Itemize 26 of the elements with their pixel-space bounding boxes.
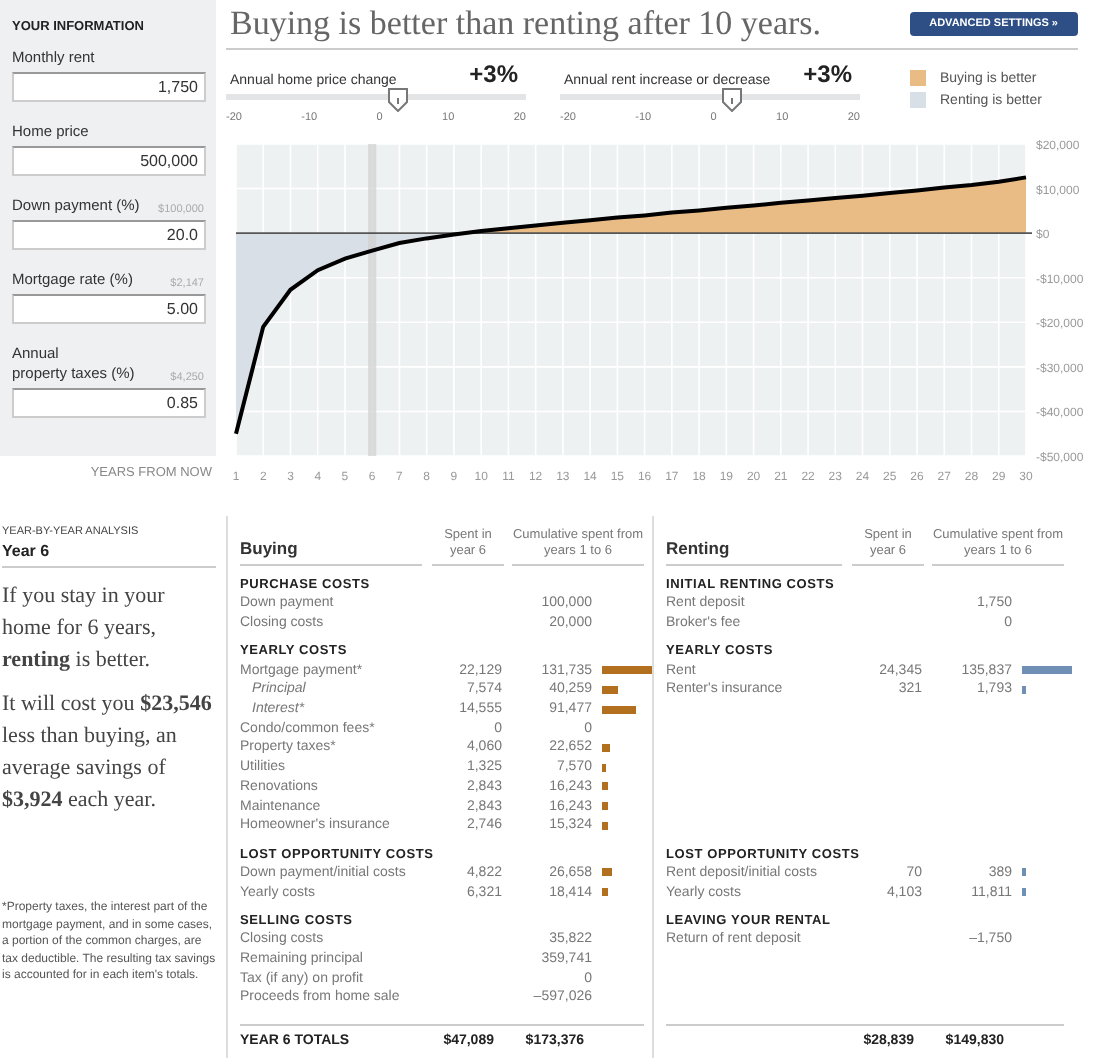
input-field[interactable]: 20.0	[12, 220, 206, 250]
input-field[interactable]: 1,750	[12, 72, 206, 102]
slider-value: +3%	[803, 62, 852, 88]
table-title: Buying	[240, 538, 422, 566]
cost-bar	[602, 888, 609, 897]
input-field[interactable]: 500,000	[12, 146, 206, 176]
slider-handle[interactable]	[388, 88, 409, 112]
cost-bar	[602, 705, 637, 714]
cost-bar	[1022, 666, 1072, 675]
year-heading: Year 6	[2, 542, 216, 568]
cost-bar	[602, 782, 609, 791]
headline: Buying is better than renting after 10 years.	[228, 4, 822, 44]
cost-bar	[602, 743, 611, 752]
cost-bar	[602, 821, 608, 830]
cost-bar	[1022, 888, 1027, 897]
cost-bar	[602, 666, 652, 675]
cost-bar	[602, 868, 613, 877]
slider-handle[interactable]	[722, 88, 743, 112]
cost-bar	[602, 685, 618, 694]
table-title: Renting	[666, 538, 842, 566]
cost-bar	[602, 802, 609, 811]
input-field[interactable]: 5.00	[12, 294, 206, 324]
summary-text: It will cost you $23,546 less than buying, an average savings of $3,924 each year.	[2, 690, 214, 816]
input-field[interactable]: 0.85	[12, 388, 206, 418]
slider-value: +3%	[469, 62, 518, 88]
summary-text: If you stay in your home for 6 years, renting is better.	[2, 582, 167, 676]
